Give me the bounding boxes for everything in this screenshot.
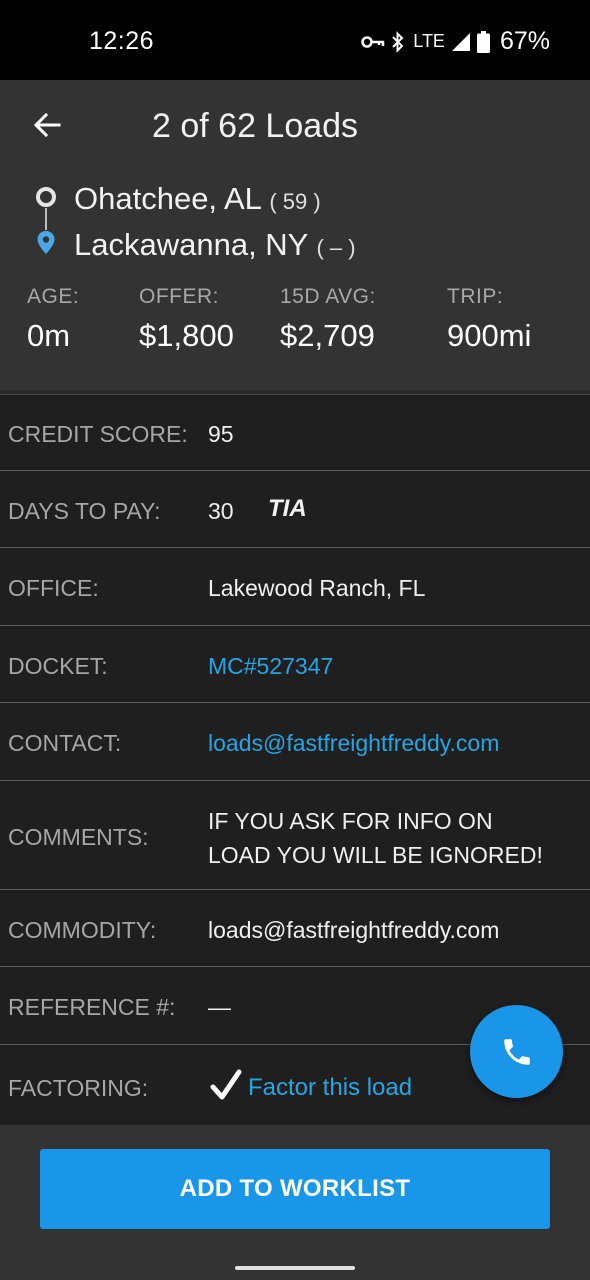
row-credit-score: CREDIT SCORE: 95 <box>0 394 590 471</box>
row-contact: CONTACT: loads@fastfreightfreddy.com <box>0 703 590 781</box>
phone-icon <box>503 1038 530 1065</box>
origin-city: Ohatchee, AL <box>74 181 261 216</box>
status-icons: LTE 67% <box>361 27 550 56</box>
location-pin-icon <box>37 231 55 254</box>
stat-age: AGE: 0m <box>27 285 79 354</box>
row-comments: COMMENTS: IF YOU ASK FOR INFO ON LOAD YO… <box>0 781 590 890</box>
origin-circle-icon <box>36 187 56 207</box>
destination-location: Lackawanna, NY ( – ) <box>74 227 356 263</box>
stat-label: OFFER: <box>139 285 219 308</box>
row-label: COMMENTS: <box>8 824 149 850</box>
row-label: DAYS TO PAY: <box>8 498 161 524</box>
stat-value: 900mi <box>447 318 532 353</box>
row-days-to-pay: DAYS TO PAY: 30 TIA <box>0 471 590 548</box>
row-label: OFFICE: <box>8 575 99 601</box>
bottom-action-bar: ADD TO WORKLIST <box>0 1125 590 1280</box>
page-title: 2 of 62 Loads <box>152 107 359 145</box>
stat-15d-avg: 15D AVG: $2,709 <box>280 285 376 354</box>
row-label: FACTORING: <box>8 1075 149 1101</box>
signal-icon <box>451 32 470 51</box>
tia-logo: TIA <box>268 495 307 522</box>
row-label: CREDIT SCORE: <box>8 421 188 447</box>
comments-line-1: IF YOU ASK FOR INFO ON <box>208 808 493 834</box>
battery-percent: 67% <box>499 27 550 55</box>
row-commodity: COMMODITY: loads@fastfreightfreddy.com <box>0 890 590 967</box>
contact-email-link[interactable]: loads@fastfreightfreddy.com <box>208 730 499 757</box>
stat-value: 0m <box>27 318 71 353</box>
route-connector <box>45 208 47 230</box>
stat-label: AGE: <box>27 285 80 308</box>
row-label: REFERENCE #: <box>8 994 176 1020</box>
status-bar: 12:26 LTE 67% <box>0 0 590 80</box>
call-button[interactable] <box>470 1005 563 1098</box>
bluetooth-icon <box>392 30 404 53</box>
docket-link[interactable]: MC#527347 <box>208 653 333 680</box>
reference-value: — <box>208 994 231 1020</box>
stat-offer: OFFER: $1,800 <box>139 285 234 354</box>
destination-city: Lackawanna, NY <box>74 227 308 262</box>
network-type: LTE <box>413 31 445 51</box>
commodity-value: loads@fastfreightfreddy.com <box>208 917 500 943</box>
vpn-key-icon <box>361 35 385 48</box>
battery-icon <box>476 30 490 53</box>
status-time: 12:26 <box>89 27 155 55</box>
stat-value: $1,800 <box>139 318 234 353</box>
origin-extra: ( 59 ) <box>269 189 321 214</box>
origin-location: Ohatchee, AL ( 59 ) <box>74 181 321 217</box>
row-docket: DOCKET: MC#527347 <box>0 626 590 703</box>
row-label: DOCKET: <box>8 653 108 679</box>
back-button[interactable] <box>24 102 70 148</box>
stat-value: $2,709 <box>280 318 375 353</box>
add-to-worklist-button[interactable]: ADD TO WORKLIST <box>40 1149 550 1229</box>
home-indicator[interactable] <box>235 1266 355 1270</box>
destination-extra: ( – ) <box>316 235 356 260</box>
days-to-pay-value: 30 <box>208 498 234 524</box>
stat-trip: TRIP: 900mi <box>447 285 531 354</box>
stat-label: TRIP: <box>447 285 504 308</box>
credit-score-value: 95 <box>208 421 234 447</box>
row-office: OFFICE: Lakewood Ranch, FL <box>0 548 590 626</box>
checkmark-icon <box>210 1069 242 1100</box>
factor-load-link[interactable]: Factor this load <box>248 1074 412 1102</box>
arrow-left-icon <box>33 112 61 138</box>
stat-label: 15D AVG: <box>280 285 376 308</box>
office-value: Lakewood Ranch, FL <box>208 575 426 601</box>
row-label: COMMODITY: <box>8 917 157 943</box>
row-label: CONTACT: <box>8 730 122 756</box>
comments-line-2: LOAD YOU WILL BE IGNORED! <box>208 842 543 868</box>
load-header: 2 of 62 Loads Ohatchee, AL ( 59 ) Lackaw… <box>0 80 590 390</box>
